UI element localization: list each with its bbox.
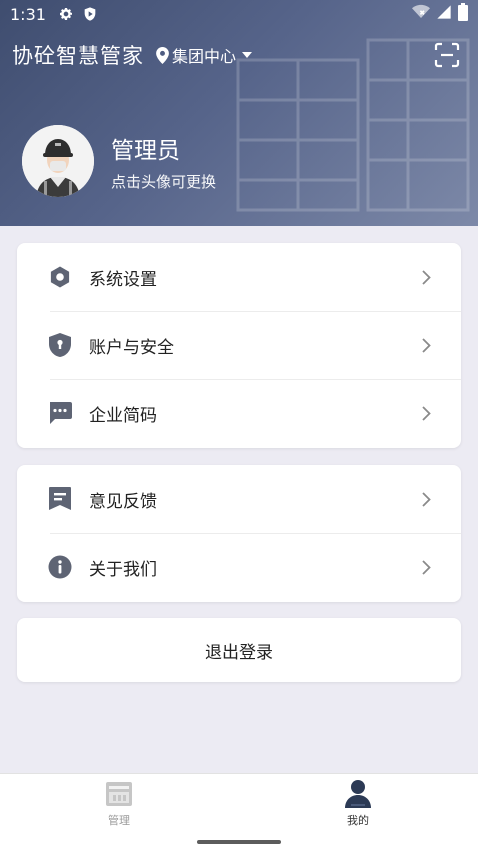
chevron-right-icon [422,405,431,421]
worker-avatar-icon [22,125,94,197]
toolbox-icon [106,782,132,806]
menu-item-label: 企业简码 [89,405,157,426]
signal-icon [436,4,452,24]
settings-card: 系统设置 账户与安全 企业简码 [17,243,461,448]
battery-icon [458,3,468,25]
wifi-icon [412,4,430,24]
caret-down-icon [242,52,253,58]
profile-hint: 点击头像可更换 [111,172,217,191]
message-icon [47,400,73,426]
menu-item-label: 意见反馈 [89,491,157,512]
location-selector[interactable]: 集团中心 [156,43,253,67]
home-indicator[interactable] [197,840,281,844]
menu-item-label: 关于我们 [89,559,157,580]
menu-item-label: 账户与安全 [89,337,174,358]
chevron-right-icon [422,559,431,575]
bottom-navigation: 管理 我的 [0,773,478,850]
app-title: 协砼智慧管家 [12,44,144,68]
location-label: 集团中心 [172,47,237,66]
nav-label: 我的 [347,814,369,827]
menu-item-about-us[interactable]: 关于我们 [17,533,461,601]
profile-header: 1:31 协砼智慧管家 集团中心 管理员 点击头像可更换 [0,0,478,226]
menu-item-system-settings[interactable]: 系统设置 [17,243,461,311]
chevron-right-icon [422,269,431,285]
profile-name: 管理员 [111,137,180,164]
logout-button[interactable]: 退出登录 [17,618,461,682]
nav-tab-mine[interactable]: 我的 [298,778,418,828]
nav-label: 管理 [108,814,130,827]
top-bar: 协砼智慧管家 集团中心 [12,38,462,72]
avatar[interactable] [22,125,94,197]
menu-item-feedback[interactable]: 意见反馈 [17,465,461,533]
feedback-icon [47,486,73,512]
menu-item-company-code[interactable]: 企业简码 [17,379,461,447]
menu-item-account-security[interactable]: 账户与安全 [17,311,461,379]
menu-item-label: 系统设置 [89,269,157,290]
gear-icon [47,264,73,290]
info-icon [47,554,73,580]
status-time: 1:31 [10,4,46,24]
profile-section: 管理员 点击头像可更换 [22,125,216,197]
status-bar: 1:31 [0,0,478,28]
chevron-right-icon [422,491,431,507]
shield-icon [47,332,73,358]
logout-label: 退出登录 [205,642,273,663]
user-icon [345,780,371,808]
scan-button[interactable] [432,40,462,70]
chevron-right-icon [422,337,431,353]
shield-play-status-icon [82,6,98,22]
location-pin-icon [156,46,169,64]
nav-tab-manage[interactable]: 管理 [59,778,179,828]
settings-status-icon [58,6,74,22]
support-card: 意见反馈 关于我们 [17,465,461,602]
scan-icon [434,42,460,68]
